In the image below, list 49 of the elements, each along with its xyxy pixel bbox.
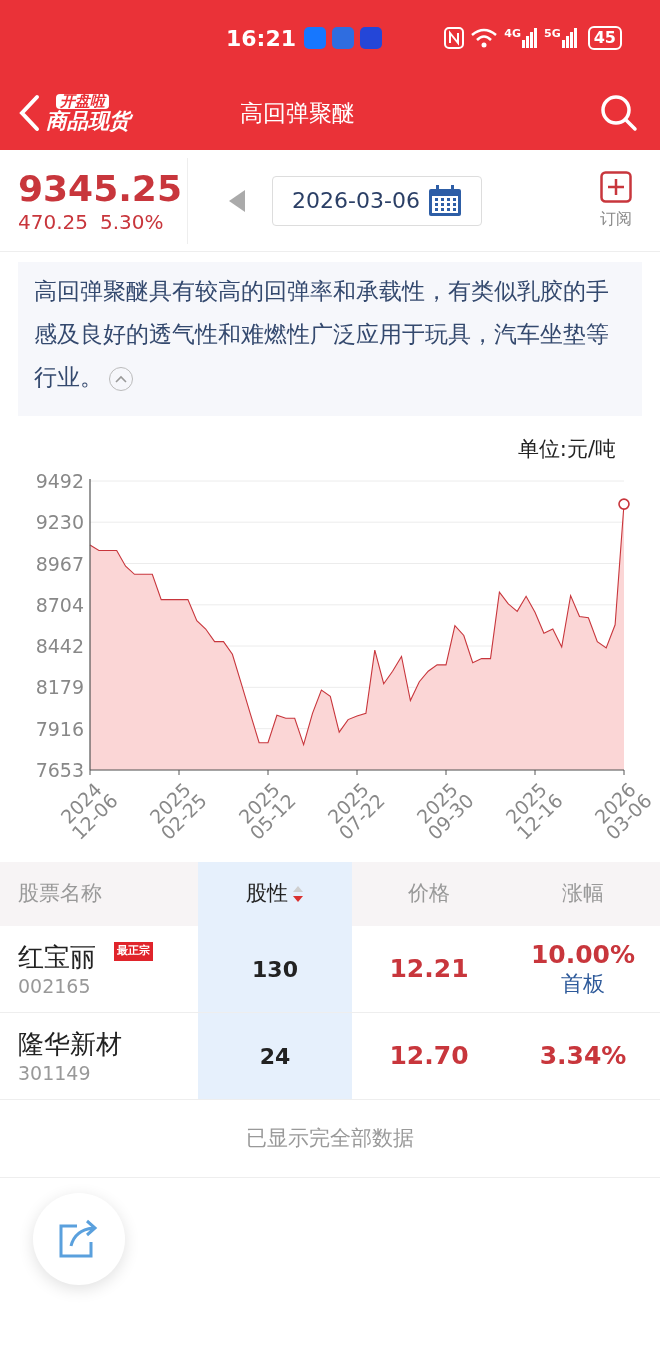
current-price: 9345.25 [18, 167, 183, 210]
stock-row[interactable]: 隆华新材 301149 24 12.70 3.34% [0, 1013, 660, 1100]
y-tick-label: 9230 [35, 510, 84, 533]
nfc-icon [444, 27, 465, 49]
app-icon [360, 27, 383, 49]
y-tick-label: 8442 [35, 634, 84, 657]
table-cell-text: 12.21 [389, 953, 469, 986]
end-of-list-text: 已显示完全部数据 [246, 1124, 414, 1152]
table-cell-text: 24 [259, 1042, 291, 1071]
subscribe-button[interactable]: 订阅 [600, 170, 632, 231]
signal-icon [522, 28, 539, 48]
add-icon [600, 170, 632, 203]
y-tick-label: 8704 [35, 593, 84, 616]
board-note: 首板 [561, 970, 605, 998]
search-icon[interactable] [600, 94, 638, 132]
stock-row[interactable]: 红宝丽 最正宗 002165 130 12.21 10.00% 首板 [0, 926, 660, 1013]
unit-label: 单位:元/吨 [517, 436, 616, 463]
y-tick-label: 7916 [35, 717, 84, 740]
last-point-marker [618, 497, 630, 510]
table-cell-text: 130 [252, 955, 298, 984]
battery-indicator: 45 [587, 26, 622, 50]
y-tick-label: 8179 [35, 675, 84, 698]
network-label: 4G [504, 28, 522, 39]
stock-name: 隆华新材 [18, 1028, 122, 1061]
date-picker[interactable]: 2026-03-06 [272, 175, 482, 226]
y-tick-label: 8967 [35, 552, 84, 574]
table-cell: 3.34% [539, 1041, 627, 1071]
stock-tag: 最正宗 [114, 942, 153, 961]
calendar-icon [427, 184, 462, 217]
table-cell: 10.00% [530, 940, 636, 970]
stock-name: 红宝丽 [18, 941, 96, 974]
back-icon [18, 94, 40, 132]
table-cell-text: 12.70 [389, 1040, 469, 1073]
description-text: 高回弹聚醚具有较高的回弹率和承载性，有类似乳胶的手感及良好的透气性和难燃性广泛应用于玩具，汽车坐垫等行业。 [34, 277, 610, 393]
app-icon [332, 27, 355, 49]
previous-date-icon[interactable] [228, 188, 246, 213]
y-tick-label: 7653 [35, 758, 84, 781]
wifi-icon [470, 27, 499, 49]
y-tick-label: 9492 [35, 469, 84, 492]
app-icon [304, 27, 327, 49]
network-label: 5G [544, 28, 561, 39]
stock-code: 002165 [18, 974, 92, 998]
price-change: 470.25 [18, 209, 88, 234]
signal-icon [561, 28, 578, 48]
status-time: 16:21 [226, 24, 297, 53]
change-percent: 5.30% [100, 209, 164, 234]
page-title: 高回弹聚醚 [240, 98, 355, 128]
stock-code: 301149 [18, 1061, 92, 1085]
column-header[interactable]: 股性 [198, 862, 352, 926]
